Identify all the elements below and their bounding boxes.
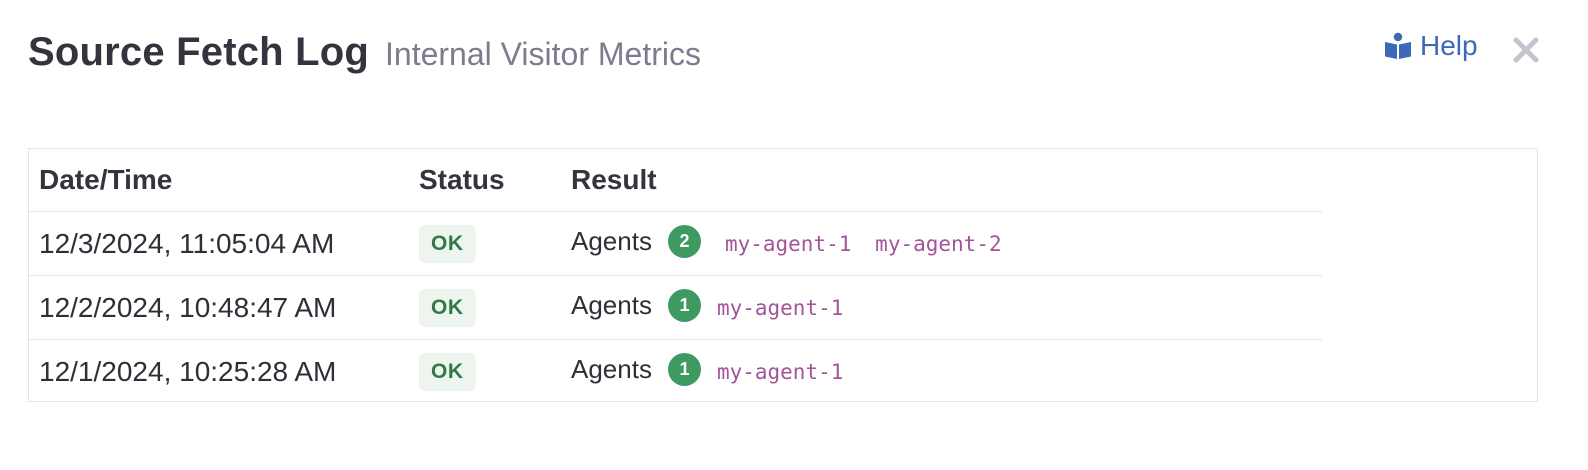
result-cell: Agents 2 my-agent-1 my-agent-2: [561, 211, 1322, 276]
page-subtitle: Internal Visitor Metrics: [385, 36, 701, 72]
column-header-status: Status: [409, 149, 561, 212]
help-link[interactable]: Help: [1384, 30, 1478, 62]
table-row: 12/2/2024, 10:48:47 AM OK Agents 1 my-ag…: [29, 275, 1322, 340]
status-badge: OK: [419, 352, 476, 391]
status-cell: OK: [409, 275, 561, 340]
datetime-cell: 12/1/2024, 10:25:28 AM: [39, 355, 337, 387]
column-header-result: Result: [561, 149, 1322, 212]
close-icon: [1513, 37, 1539, 63]
agent-tag: my-agent-1: [716, 295, 844, 320]
log-table-container: Date/Time Status Result 12/3/2024, 11:05…: [28, 148, 1538, 402]
agent-count-badge: 1: [667, 289, 701, 322]
log-table: Date/Time Status Result 12/3/2024, 11:05…: [29, 149, 1322, 403]
agent-tag: my-agent-1: [716, 359, 844, 384]
fetch-log-dialog: Source Fetch Log Internal Visitor Metric…: [0, 0, 1588, 470]
result-cell: Agents 1 my-agent-1: [561, 340, 1322, 404]
status-badge: OK: [419, 288, 476, 327]
status-cell: OK: [409, 211, 561, 276]
table-row: 12/1/2024, 10:25:28 AM OK Agents 1 my-ag…: [29, 340, 1322, 404]
agent-count-badge: 1: [667, 353, 701, 386]
datetime-cell: 12/3/2024, 11:05:04 AM: [29, 211, 409, 276]
agent-tag: my-agent-2: [875, 231, 1002, 256]
result-label: Agents: [571, 226, 652, 256]
column-header-datetime: Date/Time: [29, 149, 409, 212]
help-label: Help: [1420, 30, 1478, 61]
table-row: 12/3/2024, 11:05:04 AM OK Agents 2 my-ag…: [29, 211, 1322, 276]
close-button[interactable]: [1510, 34, 1542, 66]
result-label: Agents: [571, 354, 652, 384]
page-title: Source Fetch Log: [28, 30, 370, 74]
agent-count-badge: 2: [667, 225, 701, 258]
dialog-header: Source Fetch Log Internal Visitor Metric…: [28, 30, 701, 75]
table-header-row: Date/Time Status Result: [29, 149, 1322, 212]
status-cell: OK: [409, 340, 561, 404]
datetime-cell: 12/2/2024, 10:48:47 AM: [29, 275, 409, 340]
agent-tag: my-agent-1: [724, 231, 852, 256]
status-badge: OK: [419, 224, 476, 263]
result-label: Agents: [571, 290, 652, 320]
book-reader-icon: [1385, 32, 1411, 59]
result-cell: Agents 1 my-agent-1: [561, 275, 1322, 340]
